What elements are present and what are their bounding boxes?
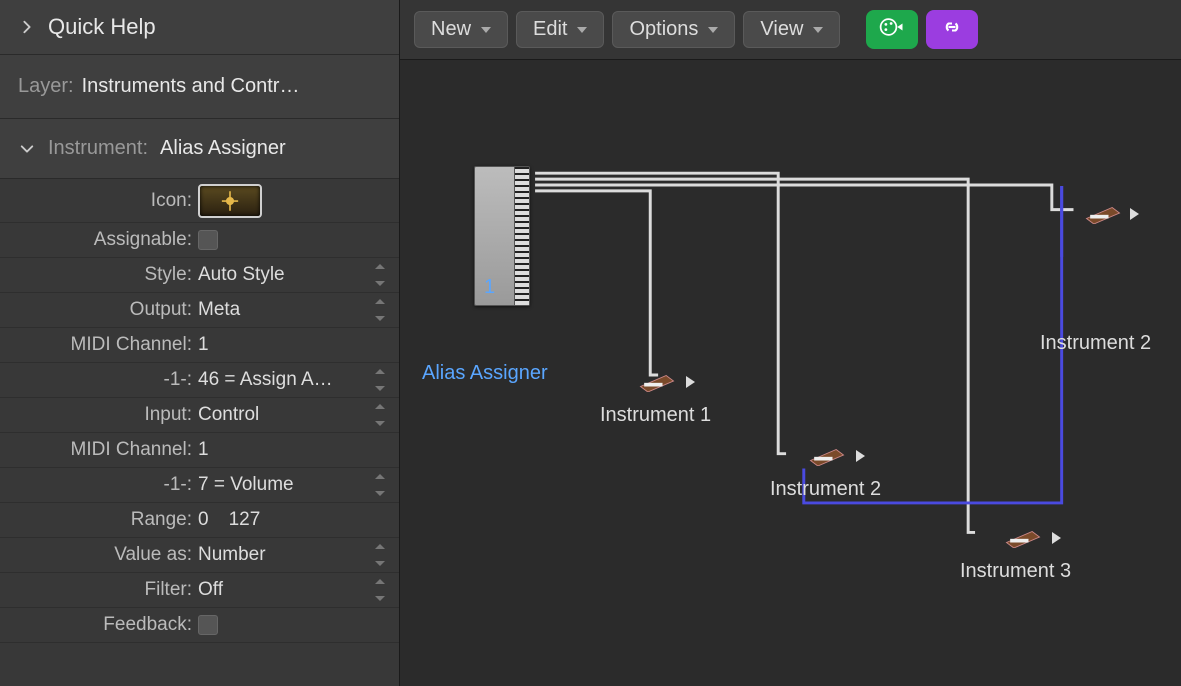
instrument-header[interactable]: Instrument: Alias Assigner (0, 119, 399, 179)
neg1-in-stepper[interactable] (375, 474, 389, 496)
prop-label-icon: Icon: (0, 190, 198, 212)
options-label: Options (629, 18, 698, 41)
instrument-icon[interactable] (808, 444, 846, 466)
filter-stepper[interactable] (375, 579, 389, 601)
instrument-icon[interactable] (1084, 202, 1122, 224)
alias-assigner-slot: 1 (484, 276, 495, 299)
property-list: Icon: Assignable: Style: Auto Style (0, 179, 399, 686)
chevron-right-icon (18, 18, 36, 36)
link-button[interactable] (926, 10, 978, 49)
prop-label-midi-in: MIDI Channel: (0, 439, 198, 461)
flag-icon (1052, 532, 1061, 544)
edit-menu[interactable]: Edit (516, 11, 604, 48)
layer-row[interactable]: Layer: Instruments and Contr… (0, 55, 399, 119)
prop-label-output: Output: (0, 299, 198, 321)
neg1-in-value[interactable]: 7 = Volume (198, 474, 365, 496)
colors-button[interactable] (866, 10, 918, 49)
filter-value[interactable]: Off (198, 579, 365, 601)
output-value[interactable]: Meta (198, 299, 365, 321)
toolbar: New Edit Options View (400, 0, 1181, 60)
range-low[interactable]: 0 (198, 509, 209, 531)
flag-icon (686, 376, 695, 388)
prop-label-filter: Filter: (0, 579, 198, 601)
valueas-value[interactable]: Number (198, 544, 365, 566)
instrument-value: Alias Assigner (160, 137, 286, 160)
link-icon (938, 16, 966, 43)
icon-well[interactable] (198, 184, 262, 218)
prop-label-neg1-out: -1-: (0, 369, 198, 391)
view-menu[interactable]: View (743, 11, 840, 48)
instrument-icon[interactable] (638, 370, 676, 392)
feedback-checkbox[interactable] (198, 615, 218, 635)
prop-label-input: Input: (0, 404, 198, 426)
style-value[interactable]: Auto Style (198, 264, 365, 286)
input-stepper[interactable] (375, 404, 389, 426)
options-menu[interactable]: Options (612, 11, 735, 48)
new-menu[interactable]: New (414, 11, 508, 48)
assignable-checkbox[interactable] (198, 230, 218, 250)
environment-main: New Edit Options View (400, 0, 1181, 686)
neg1-out-value[interactable]: 46 = Assign A… (198, 369, 365, 391)
chevron-down-icon (577, 27, 587, 33)
view-label: View (760, 18, 803, 41)
quick-help-header[interactable]: Quick Help (0, 0, 399, 55)
prop-label-style: Style: (0, 264, 198, 286)
instrument2a-label[interactable]: Instrument 2 (770, 478, 881, 501)
prop-label-neg1-in: -1-: (0, 474, 198, 496)
instrument2b-label[interactable]: Instrument 2 (1040, 332, 1151, 355)
output-stepper[interactable] (375, 299, 389, 321)
chevron-down-icon (481, 27, 491, 33)
chevron-down-icon (813, 27, 823, 33)
alias-assigner-object[interactable] (474, 166, 530, 306)
layer-value: Instruments and Contr… (82, 75, 300, 98)
prop-label-midi-out: MIDI Channel: (0, 334, 198, 356)
layer-label: Layer: (18, 75, 74, 98)
instrument-label: Instrument: (48, 137, 148, 160)
prop-label-range: Range: (0, 509, 198, 531)
flag-icon (1130, 208, 1139, 220)
chevron-down-icon (18, 140, 36, 158)
valueas-stepper[interactable] (375, 544, 389, 566)
midi-out-value[interactable]: 1 (198, 334, 209, 356)
input-value[interactable]: Control (198, 404, 365, 426)
instrument1-label[interactable]: Instrument 1 (600, 404, 711, 427)
range-high[interactable]: 127 (229, 509, 261, 531)
palette-icon (878, 16, 906, 43)
midi-in-value[interactable]: 1 (198, 439, 209, 461)
prop-label-valueas: Value as: (0, 544, 198, 566)
prop-label-assignable: Assignable: (0, 229, 198, 251)
instrument3-label[interactable]: Instrument 3 (960, 560, 1071, 583)
new-label: New (431, 18, 471, 41)
instrument-icon[interactable] (1004, 526, 1042, 548)
quick-help-title: Quick Help (48, 14, 156, 40)
prop-label-feedback: Feedback: (0, 614, 198, 636)
edit-label: Edit (533, 18, 567, 41)
neg1-out-stepper[interactable] (375, 369, 389, 391)
chevron-down-icon (708, 27, 718, 33)
style-stepper[interactable] (375, 264, 389, 286)
flag-icon (856, 450, 865, 462)
inspector-sidebar: Quick Help Layer: Instruments and Contr…… (0, 0, 400, 686)
alias-assigner-label[interactable]: Alias Assigner (422, 362, 548, 385)
environment-canvas[interactable]: 1 Alias Assigner Instrument 1 Instrument… (400, 60, 1181, 686)
